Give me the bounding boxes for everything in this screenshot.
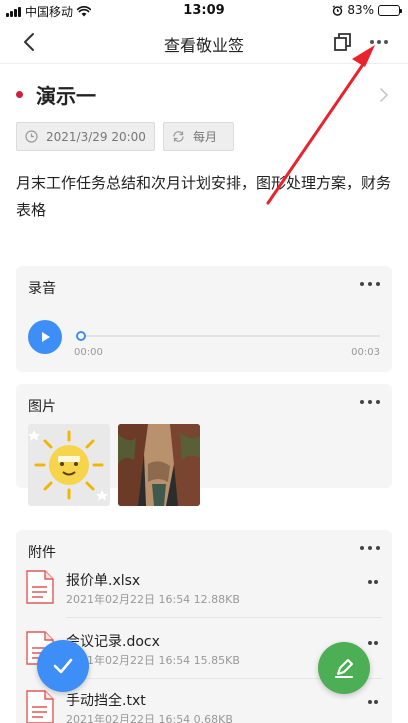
note-title-row[interactable]: 演示一 bbox=[16, 80, 396, 110]
more-dot bbox=[374, 580, 378, 584]
more-dots-icon bbox=[360, 546, 364, 550]
audio-more-button[interactable] bbox=[360, 278, 380, 290]
battery-icon bbox=[378, 4, 402, 16]
more-dots-icon bbox=[368, 700, 372, 704]
pencil-icon bbox=[335, 659, 353, 678]
audio-card: 录音 00:00 00:03 bbox=[16, 266, 392, 372]
play-button[interactable] bbox=[28, 320, 62, 354]
note-content: 月末工作任务总结和次月计划安排，图形处理方案，财务表格 bbox=[16, 174, 392, 219]
more-dots-icon bbox=[368, 580, 372, 584]
more-dot bbox=[384, 40, 388, 44]
more-dot bbox=[368, 282, 372, 286]
attachment-more-button[interactable] bbox=[368, 700, 378, 704]
more-dot bbox=[376, 546, 380, 550]
chevron-right-icon bbox=[380, 88, 389, 102]
attachment-meta: 2021年02月22日 16:54 12.88KB bbox=[66, 593, 240, 606]
navbar: 查看敬业签 bbox=[0, 22, 408, 64]
repeat-tag[interactable]: 每月 bbox=[163, 122, 234, 151]
attachment-more-button[interactable] bbox=[368, 641, 378, 645]
status-bar: 中国移动 13:09 83% bbox=[0, 0, 408, 22]
images-card: 图片 bbox=[16, 384, 392, 506]
complete-button[interactable] bbox=[37, 640, 89, 692]
attachments-card: 附件 报价单.xlsx 2021年02月22日 16:54 12.88KB 会议… bbox=[16, 530, 392, 723]
copy-icon bbox=[334, 33, 351, 51]
priority-dot bbox=[16, 91, 23, 98]
repeat-icon bbox=[173, 131, 184, 142]
reminder-date: 2021/3/29 20:00 bbox=[46, 129, 146, 144]
more-button[interactable] bbox=[366, 30, 392, 54]
more-dot bbox=[376, 282, 380, 286]
more-dot bbox=[368, 546, 372, 550]
canyon-photo bbox=[118, 424, 200, 506]
attachment-name: 手动挡全.txt bbox=[66, 693, 146, 709]
audio-progress-track[interactable] bbox=[80, 335, 380, 337]
attachments-section-title: 附件 bbox=[28, 545, 56, 561]
edit-button[interactable] bbox=[318, 642, 370, 694]
image-thumbnail-sun[interactable] bbox=[28, 424, 110, 506]
more-dots-icon bbox=[370, 40, 374, 44]
audio-current-time: 00:00 bbox=[74, 347, 103, 358]
checkmark-icon bbox=[53, 658, 73, 674]
play-icon bbox=[42, 332, 50, 342]
images-section-title: 图片 bbox=[28, 399, 56, 415]
more-dot bbox=[374, 641, 378, 645]
alarm-icon bbox=[332, 4, 343, 16]
attachment-name: 报价单.xlsx bbox=[66, 573, 141, 589]
more-dot bbox=[376, 400, 380, 404]
status-right: 83% bbox=[332, 3, 402, 17]
more-dots-icon bbox=[360, 400, 364, 404]
note-title: 演示一 bbox=[36, 84, 96, 108]
more-dots-icon bbox=[368, 641, 372, 645]
images-more-button[interactable] bbox=[360, 396, 380, 408]
file-icon bbox=[26, 690, 54, 723]
image-thumbnail-canyon[interactable] bbox=[118, 424, 200, 506]
more-dot bbox=[377, 40, 381, 44]
more-dot bbox=[368, 400, 372, 404]
more-dot bbox=[374, 700, 378, 704]
row-divider bbox=[66, 617, 382, 618]
file-icon bbox=[26, 570, 54, 604]
attachment-more-button[interactable] bbox=[368, 580, 378, 584]
repeat-label: 每月 bbox=[193, 130, 218, 144]
audio-duration: 00:03 bbox=[351, 347, 380, 358]
copy-button[interactable] bbox=[330, 30, 354, 54]
navbar-divider bbox=[0, 63, 408, 64]
battery-percent: 83% bbox=[347, 3, 374, 17]
attachments-more-button[interactable] bbox=[360, 542, 380, 554]
more-dots-icon bbox=[360, 282, 364, 286]
audio-section-title: 录音 bbox=[28, 281, 56, 297]
attachment-meta: 2021年02月22日 16:54 15.85KB bbox=[66, 654, 240, 667]
clock-icon bbox=[25, 130, 38, 143]
audio-progress-knob[interactable] bbox=[76, 331, 86, 341]
attachment-row[interactable]: 报价单.xlsx 2021年02月22日 16:54 12.88KB bbox=[26, 560, 382, 618]
sun-illustration bbox=[28, 424, 110, 506]
reminder-date-tag[interactable]: 2021/3/29 20:00 bbox=[16, 122, 155, 151]
attachment-meta: 2021年02月22日 16:54 0.68KB bbox=[66, 713, 233, 723]
